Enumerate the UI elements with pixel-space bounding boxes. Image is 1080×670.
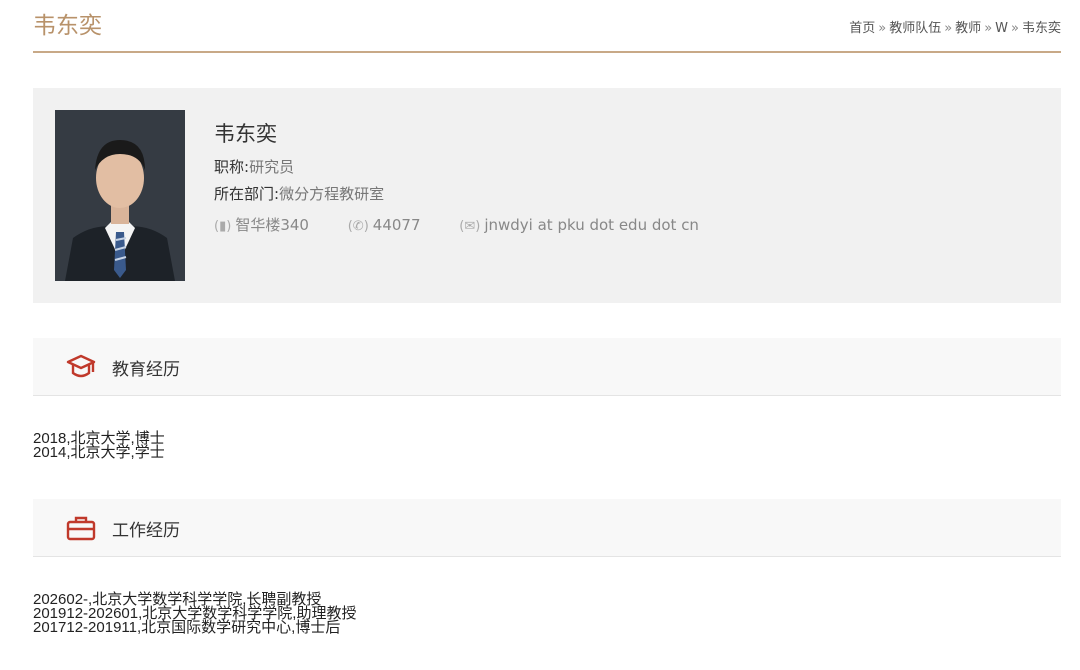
- breadcrumb-teachers-link[interactable]: 教师: [955, 21, 981, 36]
- profile-card: 韦东奕 职称:研究员 所在部门:微分方程教研室 (▮) 智华楼340 (✆) 440…: [33, 88, 1061, 303]
- breadcrumb-separator: »: [1011, 21, 1019, 36]
- page-title: 韦东奕: [33, 13, 102, 39]
- profile-name: 韦东奕: [214, 122, 277, 146]
- contact-row: (▮) 智华楼340 (✆) 44077 (✉) jnwdyi at pku dot …: [214, 214, 733, 235]
- profile-title-value: 研究员: [249, 158, 295, 176]
- profile-dept-row: 所在部门:微分方程教研室: [214, 183, 733, 204]
- education-list: 2018,北京大学,博士 2014,北京大学,学士: [33, 431, 165, 461]
- breadcrumb-faculty-link[interactable]: 教师队伍: [889, 21, 941, 36]
- profile-dept-value: 微分方程教研室: [279, 185, 385, 203]
- breadcrumb-current: 韦东奕: [1021, 21, 1061, 36]
- phone-info: (✆) 44077: [348, 216, 421, 234]
- work-entry: 201712-201911,北京国际数学研究中心,博士后: [33, 619, 341, 636]
- briefcase-icon: [66, 514, 96, 546]
- breadcrumb-home-link[interactable]: 首页: [849, 21, 875, 36]
- profile-info: 韦东奕 职称:研究员 所在部门:微分方程教研室 (▮) 智华楼340 (✆) 440…: [214, 118, 733, 235]
- profile-photo: [55, 110, 185, 281]
- email-value: jnwdyi at pku dot edu dot cn: [484, 216, 699, 234]
- title-divider: [33, 51, 1061, 53]
- education-heading: 教育经历: [112, 360, 180, 380]
- education-entry: 2014,北京大学,学士: [33, 444, 165, 461]
- breadcrumb: 首页» 教师队伍» 教师» W» 韦东奕: [849, 17, 1061, 36]
- envelope-icon: (✉): [459, 219, 481, 234]
- breadcrumb-separator: »: [984, 21, 993, 36]
- graduation-cap-icon: [66, 353, 96, 385]
- profile-title-row: 职称:研究员: [214, 156, 733, 177]
- breadcrumb-separator: »: [878, 21, 887, 36]
- work-heading: 工作经历: [112, 521, 180, 541]
- profile-title-label: 职称:: [214, 158, 250, 176]
- work-section-header: 工作经历: [33, 499, 1061, 557]
- education-section-header: 教育经历: [33, 338, 1061, 396]
- profile-dept-label: 所在部门:: [214, 185, 280, 203]
- work-list: 202602-,北京大学数学科学学院,长聘副教授 201912-202601,北…: [33, 592, 356, 636]
- breadcrumb-separator: »: [944, 21, 953, 36]
- office-value: 智华楼340: [235, 216, 309, 234]
- building-icon: (▮): [214, 219, 232, 234]
- email-info: (✉) jnwdyi at pku dot edu dot cn: [459, 216, 699, 234]
- office-info: (▮) 智华楼340: [214, 214, 309, 235]
- breadcrumb-letter-link[interactable]: W: [995, 21, 1008, 36]
- phone-icon: (✆): [347, 219, 369, 234]
- phone-value: 44077: [372, 216, 421, 234]
